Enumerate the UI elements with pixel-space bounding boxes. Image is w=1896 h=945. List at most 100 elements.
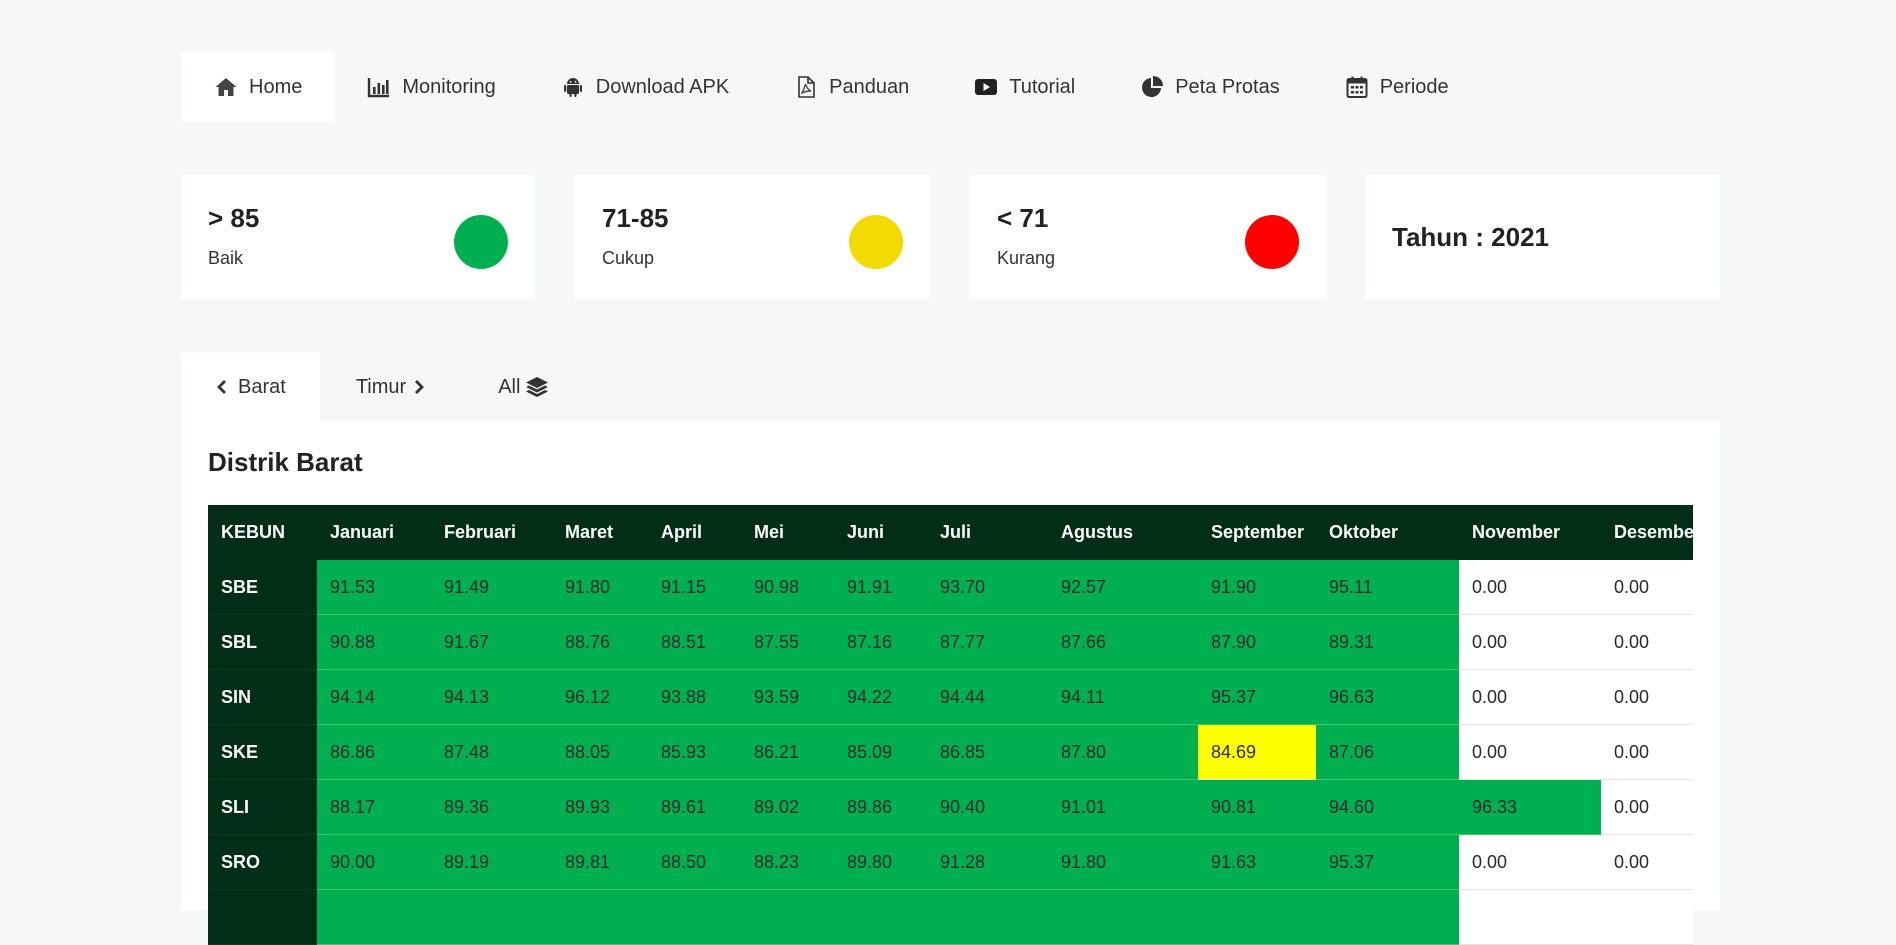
score-cell: 88.50 <box>648 834 741 890</box>
score-cell <box>1316 889 1459 945</box>
score-cell: 86.85 <box>927 724 1048 780</box>
nav-panduan[interactable]: Panduan <box>761 52 941 122</box>
score-cell: 91.01 <box>1048 779 1198 835</box>
nav-peta-protas[interactable]: Peta Protas <box>1107 52 1312 122</box>
score-cell: 87.16 <box>834 614 927 670</box>
table-row: SRO 90.00 89.19 89.81 88.50 88.23 89.80 91.28 91… <box>208 834 1693 890</box>
score-cell: 89.61 <box>648 779 741 835</box>
score-cell: 91.67 <box>431 614 552 670</box>
column-header: Mei <box>741 505 834 560</box>
score-cell: 86.21 <box>741 724 834 780</box>
tab-timur[interactable]: Timur <box>320 353 462 421</box>
nav-tutorial-label: Tutorial <box>1009 75 1076 98</box>
score-cell: 85.93 <box>648 724 741 780</box>
score-cell: 90.81 <box>1198 779 1316 835</box>
legend-card-baik: > 85 Baik <box>181 175 535 299</box>
score-cell: 89.02 <box>741 779 834 835</box>
score-cell <box>317 889 431 945</box>
year-card: Tahun : 2021 <box>1365 175 1720 299</box>
score-cell: 84.69 <box>1198 724 1316 780</box>
column-header: September <box>1198 505 1316 560</box>
score-cell: 94.60 <box>1316 779 1459 835</box>
score-cell: 0.00 <box>1601 724 1693 780</box>
nav-download-apk[interactable]: Download APK <box>528 52 761 122</box>
score-cell: 0.00 <box>1601 669 1693 725</box>
nav-periode[interactable]: Periode <box>1312 52 1481 122</box>
score-cell <box>741 889 834 945</box>
android-icon <box>560 74 586 100</box>
layers-icon <box>524 374 550 400</box>
kebun-cell <box>208 889 317 945</box>
score-cell: 91.15 <box>648 560 741 615</box>
score-cell: 0.00 <box>1459 724 1601 780</box>
score-cell: 90.98 <box>741 560 834 615</box>
legend-card-cukup: 71-85 Cukup <box>575 175 930 299</box>
table-header-row: KEBUN Januari Februari Maret April Mei Juni Jul… <box>208 505 1701 560</box>
chevron-left-icon <box>215 379 229 395</box>
legend-label: Baik <box>208 248 244 268</box>
district-tabs: Barat Timur All <box>181 353 586 421</box>
score-cell: 94.44 <box>927 669 1048 725</box>
score-cell: 88.17 <box>317 779 431 835</box>
score-cell: 94.11 <box>1048 669 1198 725</box>
score-cell: 87.48 <box>431 724 552 780</box>
nav-home[interactable]: Home <box>181 52 335 122</box>
kebun-cell: SKE <box>208 724 317 780</box>
column-header: Maret <box>552 505 648 560</box>
nav-periode-label: Periode <box>1379 75 1449 98</box>
legend-label: Kurang <box>997 248 1056 268</box>
pdf-file-icon <box>793 74 819 100</box>
score-cell: 93.59 <box>741 669 834 725</box>
top-nav: Home Monitoring Download APK Panduan Tut… <box>181 52 1481 122</box>
legend-score: 71-85 <box>602 203 669 233</box>
kebun-cell: SBL <box>208 614 317 670</box>
column-header: KEBUN <box>208 505 317 560</box>
home-icon <box>213 74 239 100</box>
score-cell: 89.36 <box>431 779 552 835</box>
score-cell: 0.00 <box>1459 669 1601 725</box>
score-cell: 89.31 <box>1316 614 1459 670</box>
legend-score: > 85 <box>208 203 260 233</box>
nav-home-label: Home <box>249 75 303 98</box>
legend-label: Cukup <box>602 248 655 268</box>
nav-panduan-label: Panduan <box>829 75 910 98</box>
score-cell: 88.51 <box>648 614 741 670</box>
score-cell: 95.11 <box>1316 560 1459 615</box>
score-cell: 94.22 <box>834 669 927 725</box>
kebun-cell: SBE <box>208 560 317 615</box>
nav-tutorial[interactable]: Tutorial <box>941 52 1107 122</box>
score-cell <box>1198 889 1316 945</box>
score-cell <box>927 889 1048 945</box>
score-cell: 95.37 <box>1316 834 1459 890</box>
score-cell: 88.05 <box>552 724 648 780</box>
score-cell: 95.37 <box>1198 669 1316 725</box>
nav-monitoring[interactable]: Monitoring <box>334 52 527 122</box>
score-cell: 89.81 <box>552 834 648 890</box>
score-cell: 87.80 <box>1048 724 1198 780</box>
score-cell: 0.00 <box>1601 834 1693 890</box>
kebun-cell: SRO <box>208 834 317 890</box>
score-cell: 89.93 <box>552 779 648 835</box>
youtube-icon <box>973 74 999 100</box>
tab-barat-label: Barat <box>238 375 286 398</box>
score-cell: 91.53 <box>317 560 431 615</box>
legend-card-kurang: < 71 Kurang <box>970 175 1326 299</box>
score-cell <box>1601 889 1693 945</box>
score-cell <box>648 889 741 945</box>
table-row: SKE 86.86 87.48 88.05 85.93 86.21 85.09 86.85 87… <box>208 724 1693 780</box>
table-row: SIN 94.14 94.13 96.12 93.88 93.59 94.22 94.44 94… <box>208 669 1693 725</box>
column-header: Agustus <box>1048 505 1198 560</box>
tab-all[interactable]: All <box>462 353 586 421</box>
score-cell: 0.00 <box>1459 834 1601 890</box>
status-dot-yellow <box>849 215 903 269</box>
legend-cards: > 85 Baik 71-85 Cukup < 71 Kurang Tahun … <box>181 175 1720 299</box>
score-cell: 94.14 <box>317 669 431 725</box>
score-cell: 94.13 <box>431 669 552 725</box>
score-cell: 90.40 <box>927 779 1048 835</box>
pie-chart-icon <box>1139 74 1165 100</box>
calendar-icon <box>1344 74 1370 100</box>
tab-barat[interactable]: Barat <box>181 353 320 421</box>
nav-download-apk-label: Download APK <box>595 75 730 98</box>
score-cell: 88.23 <box>741 834 834 890</box>
score-cell: 0.00 <box>1601 614 1693 670</box>
